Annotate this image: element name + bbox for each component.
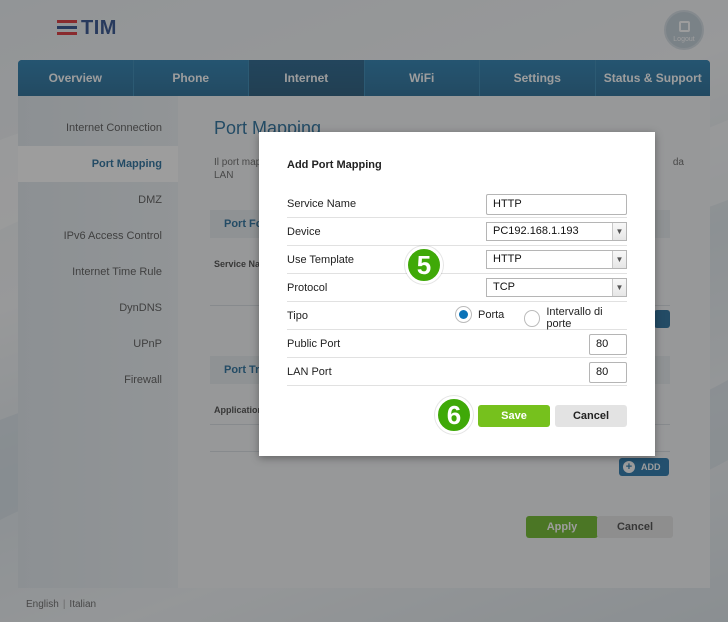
protocol-select[interactable]: TCP ▼ <box>486 278 627 297</box>
use-template-label: Use Template <box>287 254 355 266</box>
protocol-value: TCP <box>493 281 515 293</box>
row-tipo: Tipo Porta Intervallo di porte <box>287 302 627 330</box>
device-label: Device <box>287 226 321 238</box>
chevron-down-icon: ▼ <box>612 279 626 296</box>
chevron-down-icon: ▼ <box>612 223 626 240</box>
radio-porta-label: Porta <box>478 308 505 321</box>
service-name-label: Service Name <box>287 198 357 210</box>
radio-button[interactable] <box>524 309 541 327</box>
use-template-value: HTTP <box>493 253 522 265</box>
tipo-label: Tipo <box>287 310 308 322</box>
step-5-badge: 5 <box>405 246 443 284</box>
save-button[interactable]: Save <box>478 405 550 427</box>
row-lan-port: LAN Port 80 <box>287 358 627 386</box>
radio-intervallo-di-porte[interactable]: Intervallo di porte <box>524 306 627 330</box>
radio-intervallo-label: Intervallo di porte <box>546 306 603 330</box>
device-select[interactable]: PC192.168.1.193 ▼ <box>486 222 627 241</box>
step-6-badge: 6 <box>435 396 473 434</box>
radio-porta[interactable]: Porta <box>455 306 504 323</box>
radio-button-selected[interactable] <box>455 306 472 323</box>
row-public-port: Public Port 80 <box>287 330 627 358</box>
public-port-label: Public Port <box>287 338 341 350</box>
row-protocol: Protocol TCP ▼ <box>287 274 627 302</box>
row-use-template: Use Template HTTP ▼ <box>287 246 627 274</box>
port-mapping-form: Service Name HTTP Device PC192.168.1.193… <box>287 190 627 386</box>
public-port-input[interactable]: 80 <box>589 334 627 355</box>
device-value: PC192.168.1.193 <box>493 225 579 237</box>
protocol-label: Protocol <box>287 282 328 294</box>
chevron-down-icon: ▼ <box>612 251 626 268</box>
dialog-title: Add Port Mapping <box>287 159 382 171</box>
lan-port-label: LAN Port <box>287 366 332 378</box>
cancel-button[interactable]: Cancel <box>555 405 627 427</box>
use-template-select[interactable]: HTTP ▼ <box>486 250 627 269</box>
row-device: Device PC192.168.1.193 ▼ <box>287 218 627 246</box>
lan-port-input[interactable]: 80 <box>589 362 627 383</box>
row-service-name: Service Name HTTP <box>287 190 627 218</box>
service-name-input[interactable]: HTTP <box>486 194 627 215</box>
